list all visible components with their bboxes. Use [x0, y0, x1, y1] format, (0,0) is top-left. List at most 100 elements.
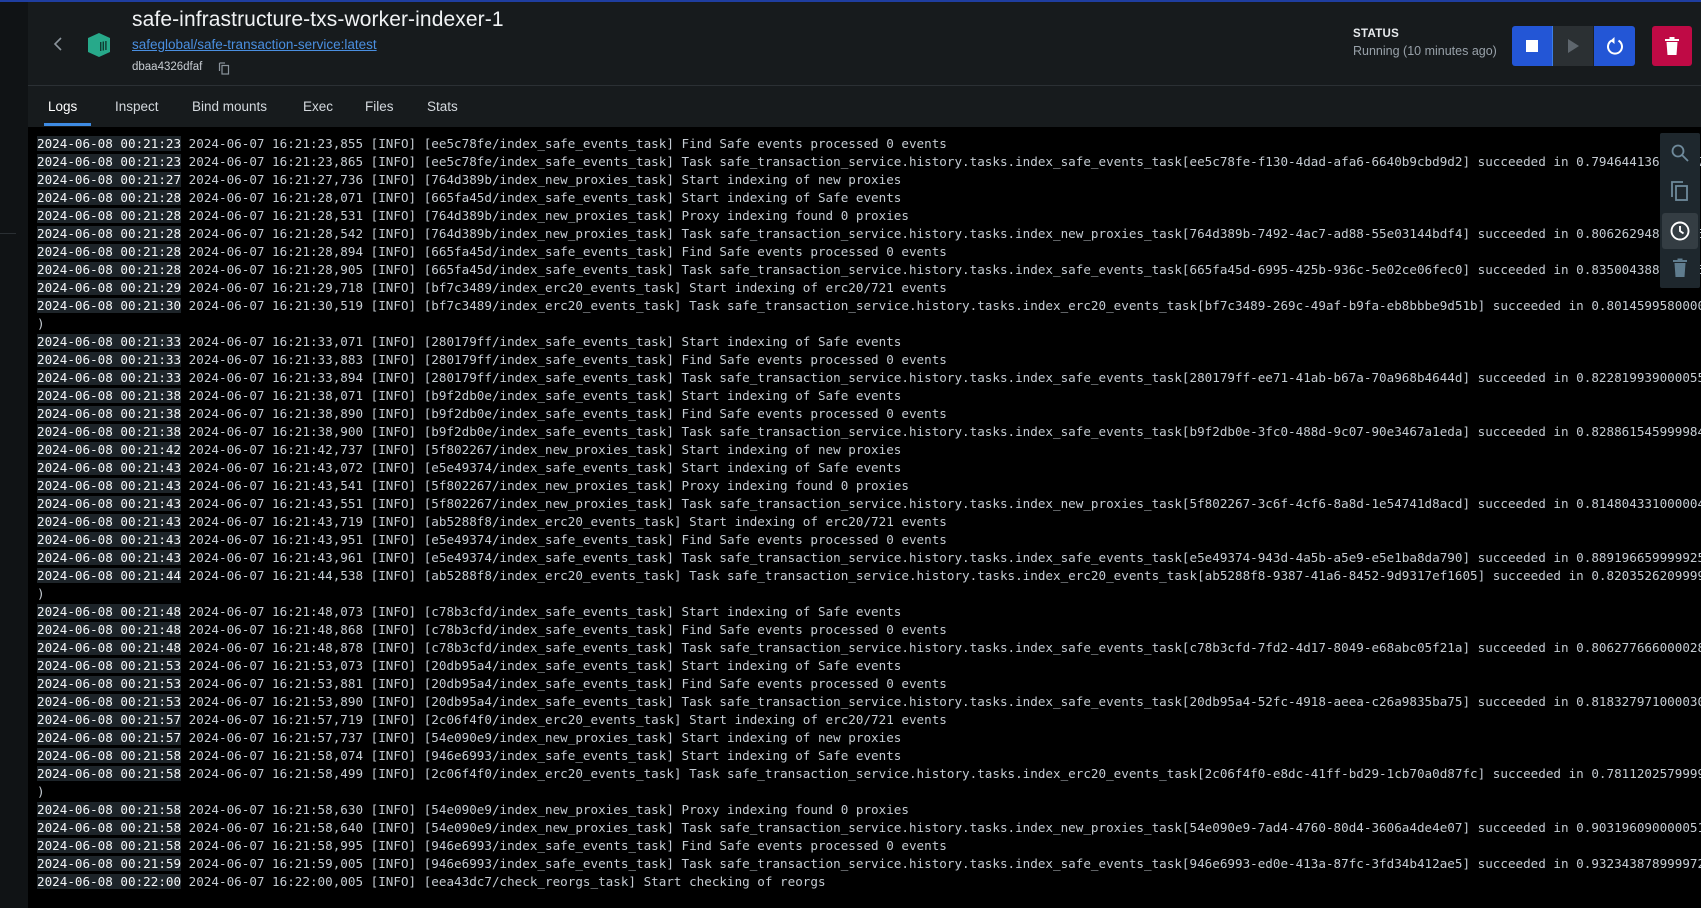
log-line: 2024-06-08 00:21:53 2024-06-07 16:21:53,… — [37, 675, 1677, 693]
log-timestamp: 2024-06-08 00:21:33 — [37, 334, 182, 349]
start-button[interactable] — [1553, 26, 1594, 66]
log-line: 2024-06-08 00:21:28 2024-06-07 16:21:28,… — [37, 243, 1677, 261]
log-timestamp: 2024-06-08 00:21:58 — [37, 802, 182, 817]
log-message: 2024-06-07 16:21:43,719 [INFO] [ab5288f8… — [188, 514, 947, 529]
log-line: 2024-06-08 00:21:58 2024-06-07 16:21:58,… — [37, 837, 1677, 855]
container-detail-panel: safe-infrastructure-txs-worker-indexer-1… — [28, 2, 1701, 908]
container-header: safe-infrastructure-txs-worker-indexer-1… — [28, 2, 1701, 86]
container-icon — [86, 32, 112, 58]
log-timestamp: 2024-06-08 00:21:28 — [37, 262, 182, 277]
log-message: 2024-06-07 16:21:57,719 [INFO] [2c06f4f0… — [188, 712, 947, 727]
log-timestamp: 2024-06-08 00:21:29 — [37, 280, 182, 295]
copy-icon — [218, 62, 230, 75]
log-line: 2024-06-08 00:21:28 2024-06-07 16:21:28,… — [37, 207, 1677, 225]
log-timestamp: 2024-06-08 00:21:43 — [37, 478, 182, 493]
trash-icon — [1665, 37, 1679, 55]
copy-icon — [1671, 181, 1688, 201]
log-timestamp: 2024-06-08 00:21:23 — [37, 136, 182, 151]
container-name: safe-infrastructure-txs-worker-indexer-1 — [132, 8, 504, 31]
log-line: 2024-06-08 00:21:33 2024-06-07 16:21:33,… — [37, 333, 1677, 351]
container-actions — [1512, 26, 1635, 66]
log-message: 2024-06-07 16:21:38,890 [INFO] [b9f2db0e… — [188, 406, 947, 421]
log-message: 2024-06-07 16:21:58,995 [INFO] [946e6993… — [188, 838, 947, 853]
log-message: 2024-06-07 16:21:59,005 [INFO] [946e6993… — [188, 856, 1701, 871]
clock-icon — [1670, 221, 1690, 241]
search-logs-button[interactable] — [1662, 135, 1698, 171]
log-timestamp: 2024-06-08 00:21:44 — [37, 568, 182, 583]
status-label: STATUS — [1353, 28, 1400, 40]
log-timestamp: 2024-06-08 00:21:48 — [37, 604, 182, 619]
log-message: 2024-06-07 16:21:44,538 [INFO] [ab5288f8… — [188, 568, 1701, 583]
log-line: 2024-06-08 00:21:43 2024-06-07 16:21:43,… — [37, 459, 1677, 477]
log-line: 2024-06-08 00:21:53 2024-06-07 16:21:53,… — [37, 693, 1701, 711]
log-message: 2024-06-07 16:21:23,855 [INFO] [ee5c78fe… — [188, 136, 947, 151]
log-line: 2024-06-08 00:21:48 2024-06-07 16:21:48,… — [37, 639, 1701, 657]
log-timestamp: 2024-06-08 00:21:43 — [37, 550, 182, 565]
copy-logs-button[interactable] — [1662, 173, 1698, 209]
image-link[interactable]: safeglobal/safe-transaction-service:late… — [132, 37, 377, 52]
log-line: 2024-06-08 00:21:57 2024-06-07 16:21:57,… — [37, 729, 1677, 747]
status-value: Running (10 minutes ago) — [1353, 44, 1497, 58]
copy-id-button[interactable] — [218, 62, 230, 75]
log-message: 2024-06-07 16:21:43,541 [INFO] [5f802267… — [188, 478, 909, 493]
log-line: 2024-06-08 00:21:44 2024-06-07 16:21:44,… — [37, 567, 1701, 585]
log-line: 2024-06-08 00:21:48 2024-06-07 16:21:48,… — [37, 621, 1677, 639]
log-message: 2024-06-07 16:21:53,881 [INFO] [20db95a4… — [188, 676, 947, 691]
delete-button[interactable] — [1652, 26, 1692, 66]
log-timestamp: 2024-06-08 00:21:43 — [37, 532, 182, 547]
back-button[interactable] — [50, 32, 66, 56]
tab-files[interactable]: Files — [365, 87, 394, 125]
restart-button[interactable] — [1594, 26, 1635, 66]
log-timestamp: 2024-06-08 00:21:38 — [37, 388, 182, 403]
log-timestamp: 2024-06-08 00:21:58 — [37, 838, 182, 853]
log-line: 2024-06-08 00:21:43 2024-06-07 16:21:43,… — [37, 495, 1701, 513]
log-line: 2024-06-08 00:21:43 2024-06-07 16:21:43,… — [37, 531, 1677, 549]
log-viewer[interactable]: 2024-06-08 00:21:23 2024-06-07 16:21:23,… — [28, 127, 1701, 908]
log-line: 2024-06-08 00:21:28 2024-06-07 16:21:28,… — [37, 261, 1701, 279]
toggle-timestamps-button[interactable] — [1662, 213, 1698, 249]
log-message: 2024-06-07 16:21:58,640 [INFO] [54e090e9… — [188, 820, 1701, 835]
log-timestamp: 2024-06-08 00:21:38 — [37, 406, 182, 421]
clear-logs-button[interactable] — [1662, 250, 1698, 286]
log-timestamp: 2024-06-08 00:21:28 — [37, 208, 182, 223]
tab-exec[interactable]: Exec — [303, 87, 333, 125]
log-line: 2024-06-08 00:21:28 2024-06-07 16:21:28,… — [37, 225, 1701, 243]
log-message: 2024-06-07 16:21:57,737 [INFO] [54e090e9… — [188, 730, 902, 745]
tab-inspect[interactable]: Inspect — [115, 87, 159, 125]
log-line: 2024-06-08 00:21:58 2024-06-07 16:21:58,… — [37, 801, 1677, 819]
stop-button[interactable] — [1512, 26, 1553, 66]
log-line: 2024-06-08 00:21:33 2024-06-07 16:21:33,… — [37, 351, 1677, 369]
log-timestamp: 2024-06-08 00:21:27 — [37, 172, 182, 187]
log-message: 2024-06-07 16:21:53,073 [INFO] [20db95a4… — [188, 658, 902, 673]
log-message: 2024-06-07 16:21:58,074 [INFO] [946e6993… — [188, 748, 902, 763]
log-line: 2024-06-08 00:21:57 2024-06-07 16:21:57,… — [37, 711, 1677, 729]
log-line: 2024-06-08 00:21:30 2024-06-07 16:21:30,… — [37, 297, 1701, 315]
log-line: 2024-06-08 00:21:29 2024-06-07 16:21:29,… — [37, 279, 1677, 297]
log-timestamp: 2024-06-08 00:21:28 — [37, 226, 182, 241]
container-id: dbaa4326dfaf — [132, 61, 203, 73]
log-line: 2024-06-08 00:21:48 2024-06-07 16:21:48,… — [37, 603, 1677, 621]
log-timestamp: 2024-06-08 00:21:28 — [37, 190, 182, 205]
log-message: 2024-06-07 16:21:38,071 [INFO] [b9f2db0e… — [188, 388, 902, 403]
log-line-wrap: ) — [37, 784, 45, 799]
log-line: 2024-06-08 00:21:53 2024-06-07 16:21:53,… — [37, 657, 1677, 675]
log-message: 2024-06-07 16:21:28,894 [INFO] [665fa45d… — [188, 244, 947, 259]
log-line: 2024-06-08 00:21:38 2024-06-07 16:21:38,… — [37, 423, 1701, 441]
chevron-left-icon — [53, 37, 62, 51]
tab-bind-mounts[interactable]: Bind mounts — [192, 87, 267, 125]
log-timestamp: 2024-06-08 00:21:58 — [37, 748, 182, 763]
log-message: 2024-06-07 16:21:43,951 [INFO] [e5e49374… — [188, 532, 947, 547]
tab-logs[interactable]: Logs — [48, 87, 77, 125]
log-timestamp: 2024-06-08 00:21:33 — [37, 352, 182, 367]
stop-icon — [1526, 40, 1538, 52]
log-timestamp: 2024-06-08 00:21:58 — [37, 820, 182, 835]
log-message: 2024-06-07 16:21:28,071 [INFO] [665fa45d… — [188, 190, 902, 205]
log-line-wrap: ) — [37, 586, 45, 601]
log-message: 2024-06-07 16:21:43,072 [INFO] [e5e49374… — [188, 460, 902, 475]
log-timestamp: 2024-06-08 00:21:59 — [37, 856, 182, 871]
log-message: 2024-06-07 16:21:48,868 [INFO] [c78b3cfd… — [188, 622, 947, 637]
log-lines: 2024-06-08 00:21:23 2024-06-07 16:21:23,… — [37, 135, 1701, 891]
log-timestamp: 2024-06-08 00:21:57 — [37, 712, 182, 727]
tab-stats[interactable]: Stats — [427, 87, 458, 125]
log-timestamp: 2024-06-08 00:21:42 — [37, 442, 182, 457]
